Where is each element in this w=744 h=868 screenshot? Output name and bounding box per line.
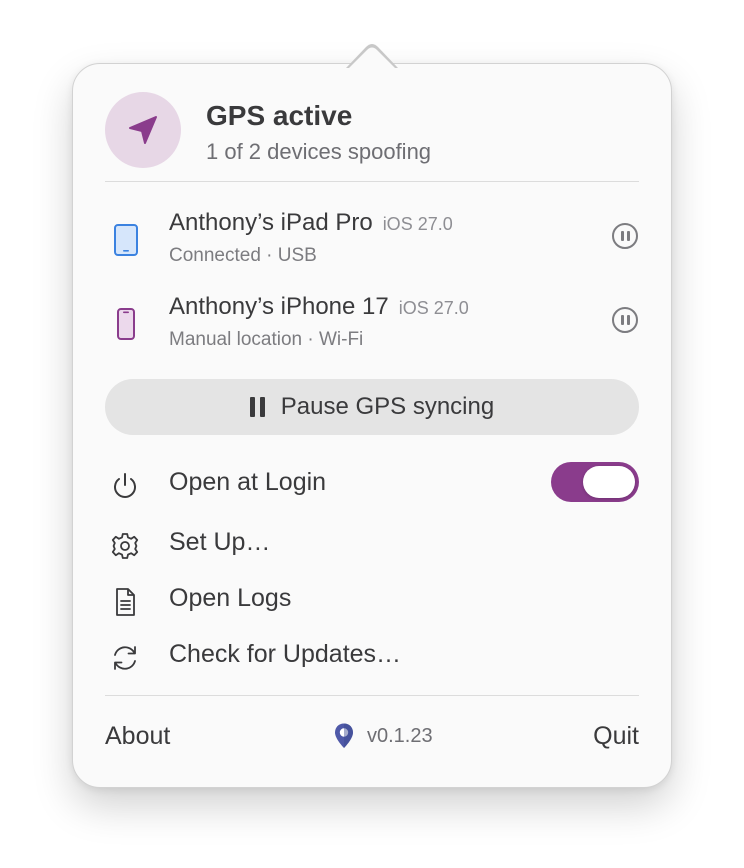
menu-item-set-up[interactable]: Set Up… xyxy=(105,522,639,566)
device-os: iOS 27.0 xyxy=(398,298,469,318)
version-label: v0.1.23 xyxy=(367,724,433,747)
device-name: Anthony’s iPhone 17 iOS 27.0 xyxy=(169,293,469,320)
menu-item-label: Open Logs xyxy=(169,584,292,612)
popover-arrow xyxy=(346,44,398,68)
gear-icon xyxy=(111,533,139,559)
ipad-icon xyxy=(114,224,138,256)
menu-item-check-for-updates[interactable]: Check for Updates… xyxy=(105,634,639,678)
map-pin-logo-icon xyxy=(335,723,353,748)
pause-circle-icon[interactable] xyxy=(612,307,638,333)
menu-item-open-logs[interactable]: Open Logs xyxy=(105,578,639,622)
pause-gps-syncing-button[interactable]: Pause GPS syncing xyxy=(105,379,639,435)
status-title: GPS active xyxy=(206,100,353,131)
menu-item-label: Set Up… xyxy=(169,528,271,556)
toggle-knob xyxy=(583,466,635,498)
document-icon xyxy=(116,588,135,616)
pause-circle-icon[interactable] xyxy=(612,223,638,249)
device-name: Anthony’s iPad Pro iOS 27.0 xyxy=(169,209,453,236)
menu-item-open-at-login[interactable]: Open at Login xyxy=(105,462,639,506)
status-header: GPS active 1 of 2 devices spoofing xyxy=(105,92,639,170)
divider xyxy=(105,181,639,182)
iphone-icon xyxy=(117,308,135,340)
quit-button[interactable]: Quit xyxy=(593,722,639,751)
power-icon xyxy=(114,473,136,498)
device-row-ipad[interactable]: Anthony’s iPad Pro iOS 27.0 Connected · U… xyxy=(105,209,639,279)
pause-gps-syncing-label: Pause GPS syncing xyxy=(280,393,495,420)
pause-icon xyxy=(249,397,265,417)
device-os: iOS 27.0 xyxy=(382,214,453,234)
divider xyxy=(105,695,639,696)
footer: About v0.1.23 Quit xyxy=(105,720,639,756)
about-button[interactable]: About xyxy=(105,722,170,751)
menu-item-label: Check for Updates… xyxy=(169,640,402,668)
device-status: Connected · USB xyxy=(169,245,317,266)
open-at-login-toggle[interactable] xyxy=(551,462,639,502)
menu-bar-popover: GPS active 1 of 2 devices spoofing Antho… xyxy=(72,63,672,788)
location-arrow-icon xyxy=(129,116,157,144)
version-info: v0.1.23 xyxy=(333,722,433,750)
device-status: Manual location · Wi-Fi xyxy=(169,329,364,350)
refresh-icon xyxy=(114,646,136,670)
device-row-iphone[interactable]: Anthony’s iPhone 17 iOS 27.0 Manual locat… xyxy=(105,293,639,363)
status-icon-circle xyxy=(105,92,181,168)
menu-item-label: Open at Login xyxy=(169,468,327,496)
status-subtitle: 1 of 2 devices spoofing xyxy=(206,139,432,164)
